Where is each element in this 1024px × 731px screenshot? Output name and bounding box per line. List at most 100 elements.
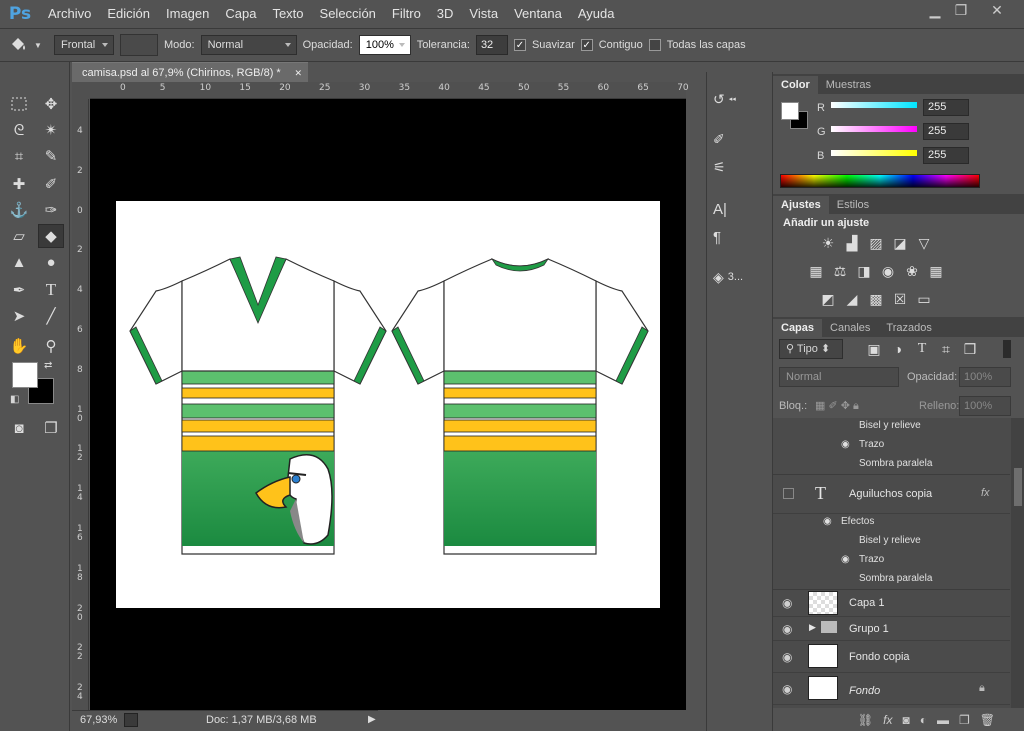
path-selection-icon[interactable]: ➤	[6, 304, 32, 328]
eye-icon[interactable]: ◉	[841, 439, 850, 450]
eye-icon[interactable]: ◉	[782, 622, 796, 636]
all-layers-checkbox[interactable]	[648, 39, 661, 51]
tab-color[interactable]: Color	[773, 76, 818, 94]
invert-icon[interactable]: ◩	[819, 291, 837, 307]
photo-filter-icon[interactable]: ◉	[879, 263, 897, 279]
healing-brush-icon[interactable]: ✚	[6, 172, 32, 196]
3d-panel-button[interactable]: ◈ 3...	[713, 264, 765, 290]
layer-row[interactable]: ◉ Fondo copia	[773, 641, 1010, 673]
layer-row-group[interactable]: ◉ ▶ Grupo 1	[773, 617, 1010, 641]
new-group-icon[interactable]: ▬	[937, 713, 949, 727]
swap-colors-icon[interactable]: ⇄	[44, 360, 52, 371]
line-icon[interactable]: ╱	[38, 304, 64, 328]
menu-vista[interactable]: Vista	[461, 0, 506, 28]
effect-row[interactable]: Sombra paralela	[773, 456, 1010, 475]
new-adjustment-icon[interactable]: ◐	[920, 713, 927, 727]
filter-pixel-icon[interactable]: ▣	[865, 341, 883, 357]
curves-icon[interactable]: ▨	[867, 235, 885, 251]
eye-icon[interactable]: ◉	[782, 596, 796, 610]
menu-edicion[interactable]: Edición	[99, 0, 158, 28]
selective-color-icon[interactable]: ☒	[891, 291, 909, 307]
layer-row[interactable]: ◉ Fondo 🔒︎	[773, 673, 1010, 705]
effect-row[interactable]: Bisel y relieve	[773, 533, 1010, 552]
fill-input[interactable]: 100%	[959, 396, 1011, 416]
menu-imagen[interactable]: Imagen	[158, 0, 217, 28]
history-brush-icon[interactable]: ✑	[38, 198, 64, 222]
vibrance-icon[interactable]: ▽	[915, 235, 933, 251]
move-icon[interactable]: ✥	[38, 92, 64, 116]
menu-capa[interactable]: Capa	[217, 0, 264, 28]
levels-icon[interactable]: ▟	[843, 235, 861, 251]
paint-bucket-tool-icon[interactable]: ◆	[38, 224, 64, 248]
antialias-checkbox[interactable]: ✓	[513, 39, 526, 51]
fill-source-select[interactable]: Frontal	[54, 35, 114, 55]
paragraph-panel-button[interactable]: ¶	[713, 224, 765, 250]
filter-toggle[interactable]	[1003, 340, 1011, 358]
paint-bucket-icon[interactable]: ▼	[8, 36, 48, 54]
filter-adjustment-icon[interactable]: ◑	[889, 341, 907, 357]
hand-icon[interactable]: ✋	[6, 334, 32, 358]
menu-3d[interactable]: 3D	[429, 0, 462, 28]
effect-row[interactable]: ◉ Trazo	[773, 552, 1010, 571]
add-style-icon[interactable]: fx	[883, 713, 892, 727]
layers-scrollbar[interactable]	[1011, 418, 1024, 708]
menu-ayuda[interactable]: Ayuda	[570, 0, 623, 28]
artboard[interactable]	[116, 201, 660, 608]
filter-type-icon[interactable]: T	[913, 341, 931, 357]
blur-icon[interactable]: ▲	[6, 250, 32, 274]
menu-archivo[interactable]: Archivo	[40, 0, 99, 28]
eyedropper-icon[interactable]: ✎	[38, 144, 64, 168]
eye-icon[interactable]: ◉	[782, 682, 796, 696]
channel-slider[interactable]	[831, 150, 917, 156]
contiguous-checkbox[interactable]: ✓	[580, 39, 593, 51]
menu-filtro[interactable]: Filtro	[384, 0, 429, 28]
quick-mask-icon[interactable]: ◙	[6, 416, 32, 440]
document-tab[interactable]: camisa.psd al 67,9% (Chirinos, RGB/8) * …	[72, 62, 308, 82]
opacity-input[interactable]: 100%	[358, 35, 411, 55]
dodge-icon[interactable]: ●	[38, 250, 64, 274]
delete-layer-icon[interactable]: 🗑︎	[980, 713, 995, 727]
pen-icon[interactable]: ✒	[6, 278, 32, 302]
brush-icon[interactable]: ✐	[38, 172, 64, 196]
menu-ventana[interactable]: Ventana	[506, 0, 570, 28]
channel-mixer-icon[interactable]: ❀	[903, 263, 921, 279]
screen-mode-icon[interactable]: ❐	[38, 416, 64, 440]
tab-styles[interactable]: Estilos	[829, 196, 877, 214]
restore-button[interactable]: ❐	[944, 0, 978, 20]
pattern-picker[interactable]	[120, 34, 158, 56]
character-panel-button[interactable]: A|	[713, 196, 765, 222]
eye-icon[interactable]: ◉	[782, 650, 796, 664]
mode-select[interactable]: Normal	[200, 35, 297, 55]
exposure-icon[interactable]: ◪	[891, 235, 909, 251]
tab-channels[interactable]: Canales	[822, 319, 878, 337]
color-lookup-icon[interactable]: ▦	[927, 263, 945, 279]
layer-filter-select[interactable]: ⚲ Tipo ⬍	[779, 339, 843, 359]
channel-value-input[interactable]: 255	[923, 99, 969, 116]
default-colors-icon[interactable]: ◧	[10, 394, 19, 405]
filter-smart-object-icon[interactable]: ❒	[961, 341, 979, 357]
threshold-icon[interactable]: ▩	[867, 291, 885, 307]
channel-slider[interactable]	[831, 102, 917, 108]
color-ramp[interactable]	[780, 174, 980, 188]
tab-adjustments[interactable]: Ajustes	[773, 196, 829, 214]
eye-icon[interactable]: ◉	[841, 554, 850, 565]
posterize-icon[interactable]: ◢	[843, 291, 861, 307]
type-icon[interactable]: T	[38, 278, 64, 302]
lock-icons[interactable]: ▦ ✐ ✥ 🔒︎	[815, 399, 859, 413]
clone-stamp-icon[interactable]: ⚓	[6, 198, 32, 222]
blend-mode-select[interactable]: Normal	[779, 367, 899, 387]
visibility-toggle[interactable]	[783, 488, 794, 499]
history-panel-button[interactable]: ↺ ◂◂	[713, 86, 765, 112]
tab-paths[interactable]: Trazados	[878, 319, 939, 337]
close-window-button[interactable]: ✕	[974, 0, 1020, 20]
zoom-level[interactable]: 67,93%	[80, 711, 117, 729]
effect-row[interactable]: Bisel y relieve	[773, 418, 1010, 437]
magic-wand-icon[interactable]: ✴	[38, 118, 64, 142]
add-mask-icon[interactable]: ◙	[903, 713, 910, 727]
brightness-icon[interactable]: ☀	[819, 235, 837, 251]
expand-arrow-icon[interactable]: ▶	[809, 622, 816, 633]
brush-presets-button[interactable]: ⚟	[713, 154, 765, 180]
status-menu-arrow-icon[interactable]: ▶	[368, 711, 376, 729]
channel-value-input[interactable]: 255	[923, 123, 969, 140]
tab-layers[interactable]: Capas	[773, 319, 823, 337]
